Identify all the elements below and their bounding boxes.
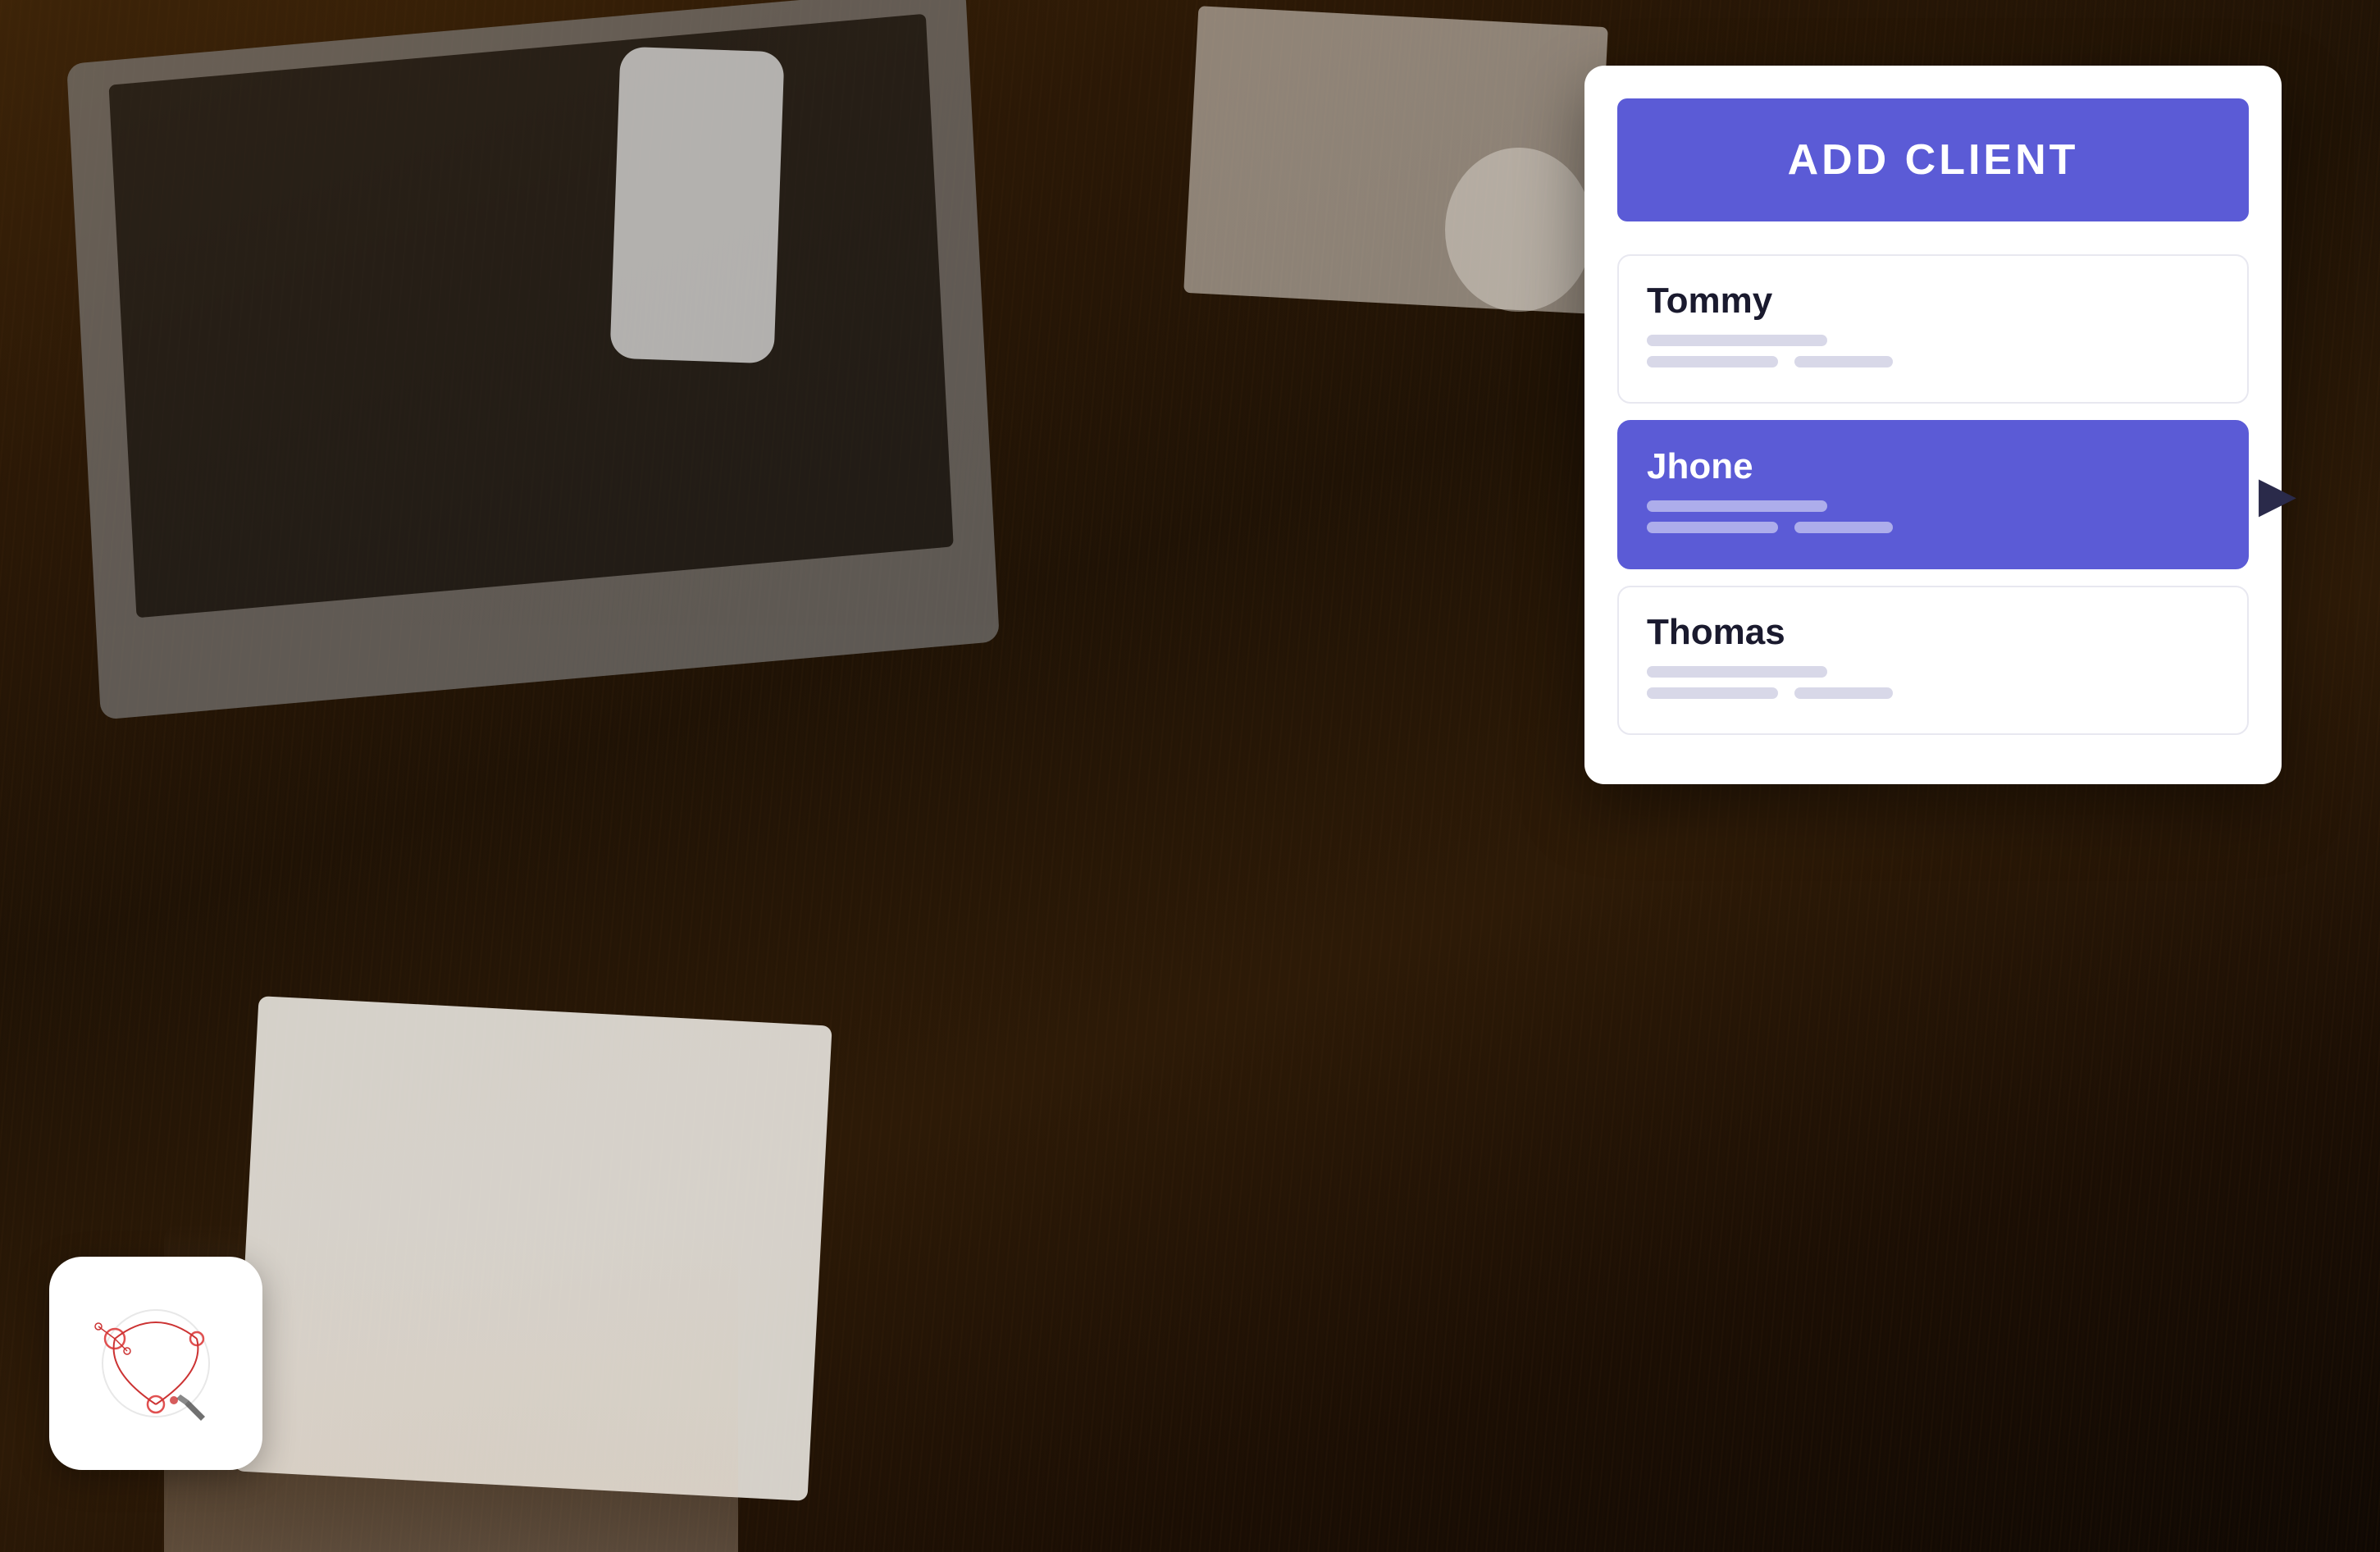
client-meta-tommy-row1 [1647,335,2219,346]
app-icon[interactable] [49,1257,262,1470]
client-card-jhone[interactable]: Jhone ▶ [1617,420,2249,569]
meta-bar [1794,522,1893,533]
phone-decoration [609,47,784,364]
app-icon-inner [82,1290,230,1437]
client-name-thomas: Thomas [1647,612,2219,653]
client-name-tommy: Tommy [1647,281,2219,322]
laptop-decoration [66,0,1000,720]
client-meta-thomas-row1 [1647,666,2219,678]
meta-bar [1794,356,1893,367]
coffee-decoration [1445,148,1593,312]
client-card-thomas[interactable]: Thomas [1617,586,2249,735]
cursor-pointer: ▶ [2259,466,2296,523]
meta-bar [1647,356,1778,367]
meta-bar [1647,666,1827,678]
meta-bar [1647,500,1827,512]
client-name-jhone: Jhone [1647,446,2219,487]
client-meta-jhone-row2 [1647,522,2219,533]
client-meta-tommy-row2 [1647,356,2219,367]
meta-bar [1647,335,1827,346]
meta-bar [1647,687,1778,699]
meta-bar [1647,522,1778,533]
client-card-tommy[interactable]: Tommy [1617,254,2249,404]
meta-bar [1794,687,1893,699]
add-client-button[interactable]: ADD CLIENT [1617,98,2249,221]
client-meta-thomas-row2 [1647,687,2219,699]
laptop-screen [109,14,954,619]
client-meta-jhone-row1 [1647,500,2219,512]
app-icon-svg [82,1290,230,1437]
main-panel: ADD CLIENT Tommy Jhone ▶ Thomas [1584,66,2282,784]
